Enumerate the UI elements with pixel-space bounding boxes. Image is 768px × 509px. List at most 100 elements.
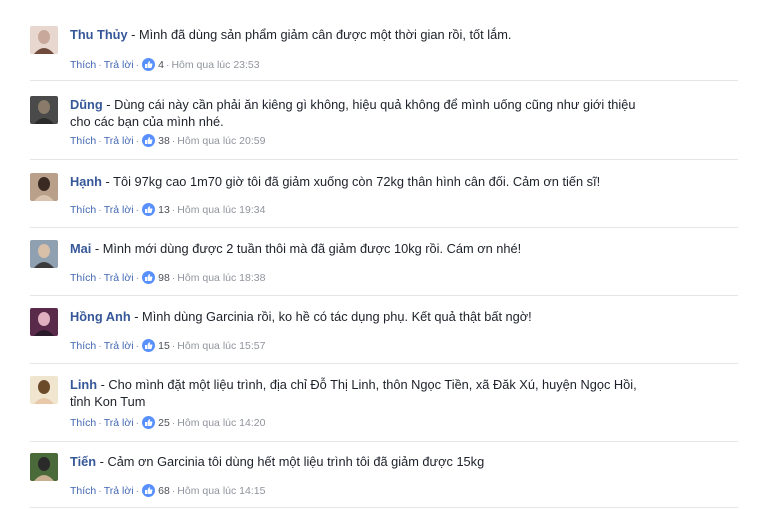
reply-link[interactable]: Trả lời <box>104 340 134 352</box>
avatar[interactable] <box>30 308 58 336</box>
comment-actions: Thích · Trả lời · 15 · Hôm qua lúc 15:57 <box>70 339 265 352</box>
comment-actions: Thích · Trả lời · 98 · Hôm qua lúc 18:38 <box>70 271 265 284</box>
name-separator: - <box>130 309 143 324</box>
dot-separator: · <box>171 416 176 429</box>
comment-body: Mai - Mình mới dùng được 2 tuần thôi mà … <box>70 240 650 257</box>
thumbs-up-icon <box>142 58 156 71</box>
comment-actions: Thích · Trả lời · 4 · Hôm qua lúc 23:53 <box>70 58 260 71</box>
avatar[interactable] <box>30 26 58 54</box>
dot-separator: · <box>135 203 140 216</box>
dot-separator: · <box>135 271 140 284</box>
reply-link[interactable]: Trả lời <box>104 272 134 284</box>
avatar[interactable] <box>30 96 58 124</box>
thumbs-up-icon <box>142 271 156 284</box>
commenter-name[interactable]: Hạnh <box>70 174 102 189</box>
commenter-name[interactable]: Dũng <box>70 97 103 112</box>
like-link[interactable]: Thích <box>70 340 96 352</box>
dot-separator: · <box>171 134 176 147</box>
dot-separator: · <box>98 484 102 497</box>
commenter-name[interactable]: Thu Thủy <box>70 27 128 42</box>
comment-text: Mình đã dùng sản phẩm giảm cân được một … <box>138 27 512 42</box>
commenter-name[interactable]: Linh <box>70 377 97 392</box>
comment-text: Dùng cái này cần phải ăn kiêng gì không,… <box>70 97 636 129</box>
dot-separator: · <box>135 339 140 352</box>
comment-text: Cho mình đặt một liệu trình, địa chỉ Đỗ … <box>70 377 637 409</box>
avatar[interactable] <box>30 173 58 201</box>
timestamp[interactable]: Hôm qua lúc 20:59 <box>177 135 265 147</box>
reply-link[interactable]: Trả lời <box>104 485 134 497</box>
commenter-name[interactable]: Mai <box>70 241 91 256</box>
dot-separator: · <box>171 203 176 216</box>
dot-separator: · <box>98 58 102 71</box>
comment-text: Cảm ơn Garcinia tôi dùng hết một liệu tr… <box>107 454 485 469</box>
comment-text: Mình dùng Garcinia rồi, ko hề có tác dụn… <box>142 309 532 324</box>
divider <box>30 159 738 160</box>
commenter-name[interactable]: Tiến <box>70 454 96 469</box>
like-link[interactable]: Thích <box>70 59 96 71</box>
divider <box>30 507 738 508</box>
like-link[interactable]: Thích <box>70 485 96 497</box>
timestamp[interactable]: Hôm qua lúc 18:38 <box>177 272 265 284</box>
name-separator: - <box>91 241 103 256</box>
like-count: 15 <box>158 339 170 352</box>
thumbs-up-icon <box>142 416 156 429</box>
name-separator: - <box>97 377 109 392</box>
reply-link[interactable]: Trả lời <box>104 204 134 216</box>
timestamp[interactable]: Hôm qua lúc 14:15 <box>177 485 265 497</box>
thumbs-up-icon <box>142 339 156 352</box>
timestamp[interactable]: Hôm qua lúc 23:53 <box>171 59 259 71</box>
dot-separator: · <box>135 484 140 497</box>
dot-separator: · <box>171 271 176 284</box>
dot-separator: · <box>135 416 140 429</box>
comment-body: Thu Thủy - Mình đã dùng sản phẩm giảm câ… <box>70 26 650 43</box>
thumbs-up-icon <box>142 484 156 497</box>
comment-actions: Thích · Trả lời · 13 · Hôm qua lúc 19:34 <box>70 203 265 216</box>
comment-body: Hạnh - Tôi 97kg cao 1m70 giờ tôi đã giảm… <box>70 173 650 190</box>
comment-text: Tôi 97kg cao 1m70 giờ tôi đã giảm xuống … <box>113 174 601 189</box>
dot-separator: · <box>135 58 140 71</box>
dot-separator: · <box>165 58 170 71</box>
avatar[interactable] <box>30 240 58 268</box>
divider <box>30 227 738 228</box>
dot-separator: · <box>171 339 176 352</box>
dot-separator: · <box>135 134 140 147</box>
comment-body: Dũng - Dùng cái này cần phải ăn kiêng gì… <box>70 96 650 130</box>
comment-body: Hồng Anh - Mình dùng Garcinia rồi, ko hề… <box>70 308 650 325</box>
reply-link[interactable]: Trả lời <box>104 59 134 71</box>
timestamp[interactable]: Hôm qua lúc 15:57 <box>177 340 265 352</box>
name-separator: - <box>102 97 115 112</box>
like-count: 13 <box>158 203 170 216</box>
comment-actions: Thích · Trả lời · 68 · Hôm qua lúc 14:15 <box>70 484 265 497</box>
like-link[interactable]: Thích <box>70 135 96 147</box>
comment-list: Thu Thủy - Mình đã dùng sản phẩm giảm câ… <box>0 0 768 509</box>
like-link[interactable]: Thích <box>70 272 96 284</box>
avatar[interactable] <box>30 453 58 481</box>
comment-body: Linh - Cho mình đặt một liệu trình, địa … <box>70 376 650 410</box>
like-link[interactable]: Thích <box>70 204 96 216</box>
reply-link[interactable]: Trả lời <box>104 135 134 147</box>
dot-separator: · <box>98 339 102 352</box>
reply-link[interactable]: Trả lời <box>104 417 134 429</box>
timestamp[interactable]: Hôm qua lúc 19:34 <box>177 204 265 216</box>
like-count: 68 <box>158 484 170 497</box>
commenter-name[interactable]: Hồng Anh <box>70 309 131 324</box>
name-separator: - <box>127 27 139 42</box>
divider <box>30 441 738 442</box>
timestamp[interactable]: Hôm qua lúc 14:20 <box>177 417 265 429</box>
dot-separator: · <box>171 484 176 497</box>
dot-separator: · <box>98 416 102 429</box>
dot-separator: · <box>98 203 102 216</box>
dot-separator: · <box>98 271 102 284</box>
divider <box>30 363 738 364</box>
divider <box>30 80 738 81</box>
dot-separator: · <box>98 134 102 147</box>
avatar[interactable] <box>30 376 58 404</box>
comment-body: Tiến - Cảm ơn Garcinia tôi dùng hết một … <box>70 453 650 470</box>
comment-actions: Thích · Trả lời · 25 · Hôm qua lúc 14:20 <box>70 416 265 429</box>
name-separator: - <box>102 174 114 189</box>
comment-text: Mình mới dùng được 2 tuần thôi mà đã giả… <box>102 241 522 256</box>
like-link[interactable]: Thích <box>70 417 96 429</box>
like-count: 98 <box>158 271 170 284</box>
name-separator: - <box>96 454 108 469</box>
like-count: 25 <box>158 416 170 429</box>
